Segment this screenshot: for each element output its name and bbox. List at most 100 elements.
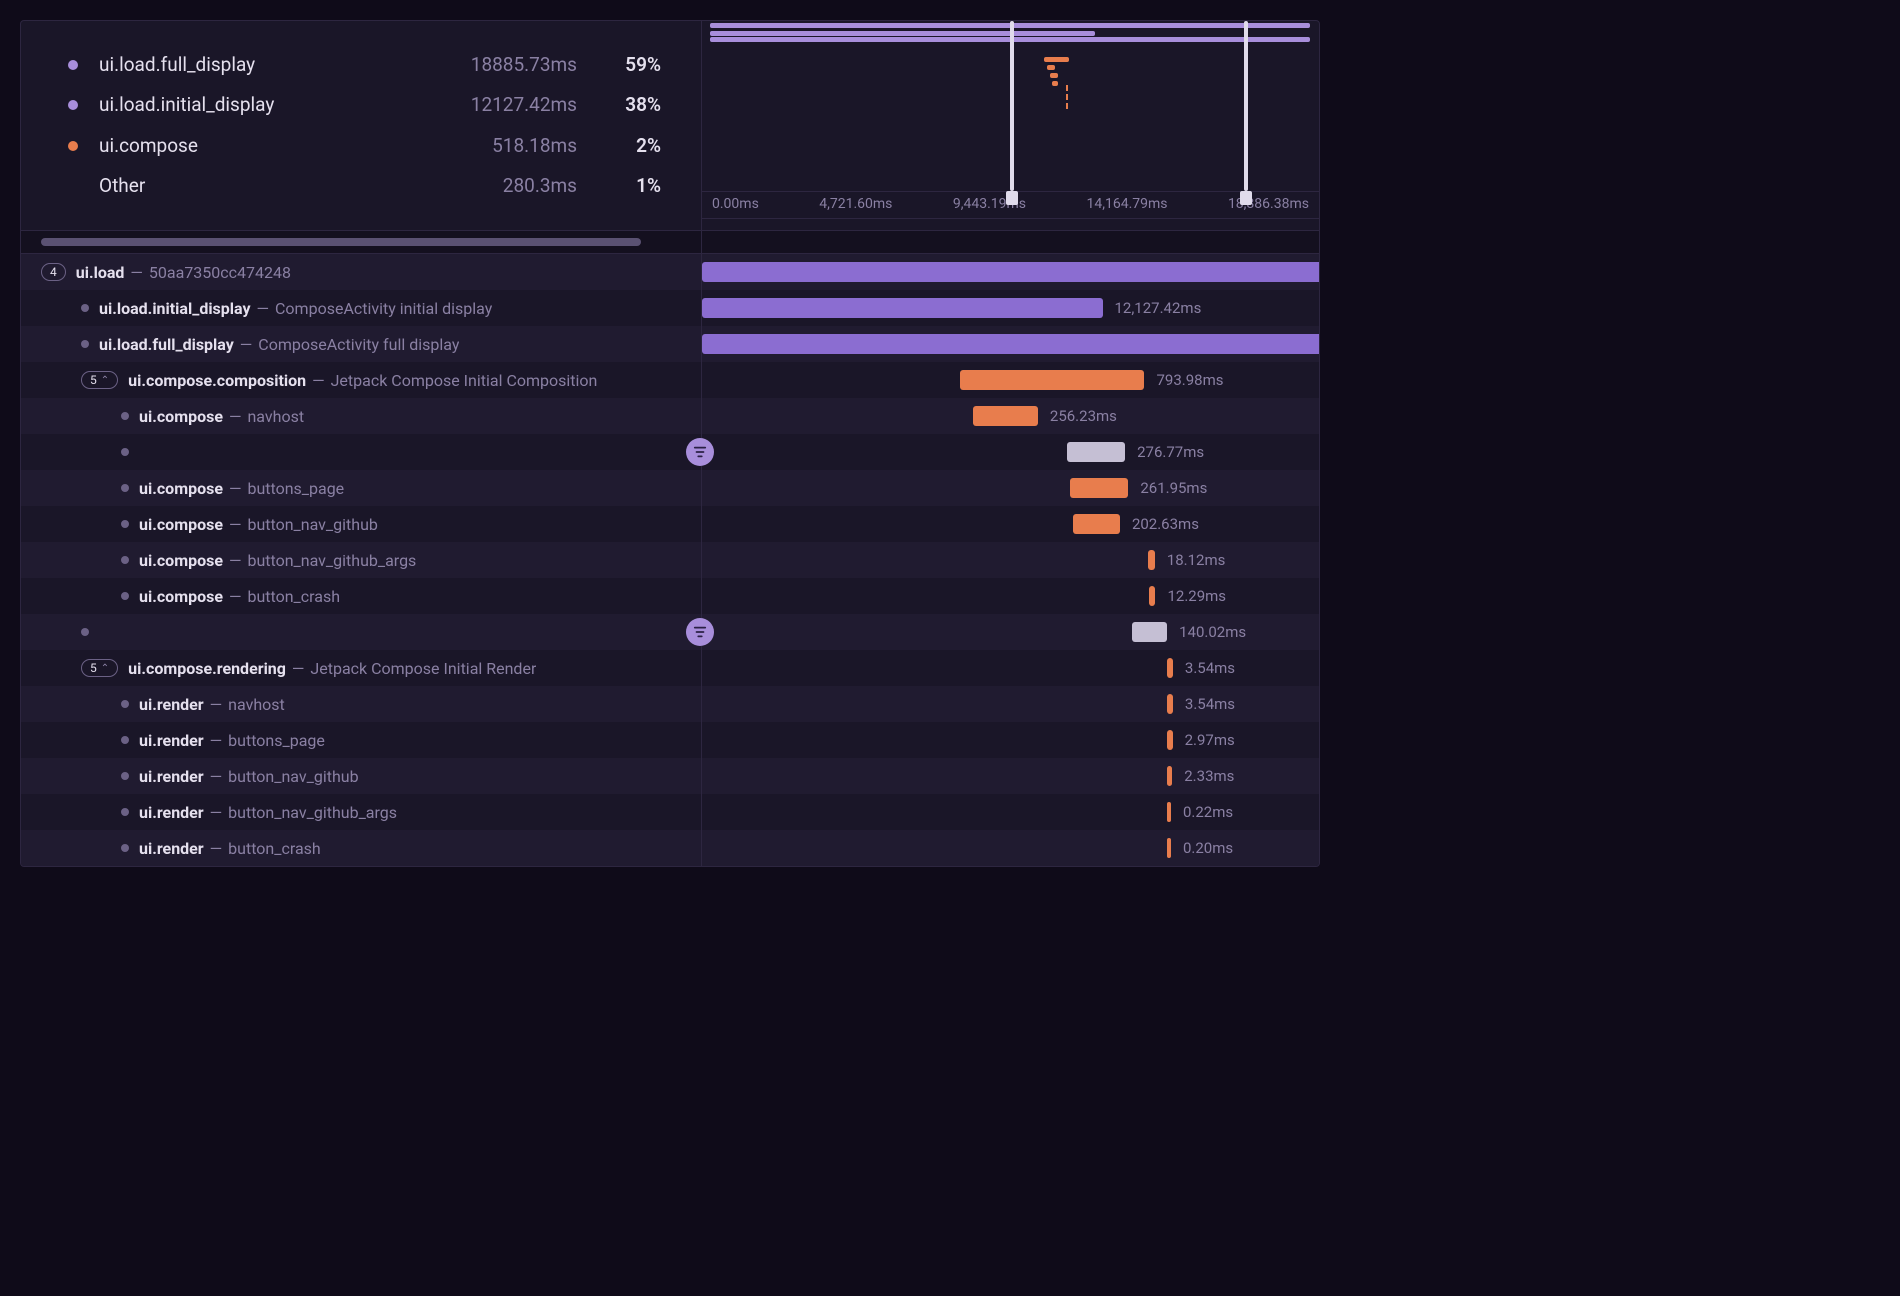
span-bar[interactable] [1073,514,1120,534]
span-bar[interactable] [973,406,1038,426]
span-bar[interactable] [960,370,1144,390]
span-row[interactable]: ui.compose—buttons_page [21,470,701,506]
span-bar[interactable] [702,298,1103,318]
span-row[interactable]: 5⌃ ui.compose.composition—Jetpack Compos… [21,362,701,398]
legend-row[interactable]: ui.compose 518.18ms 2% [61,126,661,166]
span-row[interactable]: ui.render—buttons_page [21,722,701,758]
span-bar-row[interactable]: 202.63ms [702,506,1319,542]
span-row[interactable]: ui.render—button_nav_github [21,758,701,794]
span-separator: — [210,767,223,786]
span-bar-row[interactable]: 12.29ms [702,578,1319,614]
span-row[interactable]: ui.load.initial_display—ComposeActivity … [21,290,701,326]
span-node-dot [121,556,129,564]
span-op: ui.compose [139,515,223,534]
span-duration-label: 140.02ms [1179,623,1246,641]
span-duration-label: 0.20ms [1183,839,1233,857]
span-duration-label: 3.54ms [1185,659,1235,677]
span-bar-row[interactable] [702,326,1319,362]
span-bar-row[interactable]: 2.33ms [702,758,1319,794]
mini-chart-span [1047,65,1055,70]
horizontal-scrollbar-thumb[interactable] [41,238,641,246]
span-row[interactable]: ui.load.full_display—ComposeActivity ful… [21,326,701,362]
span-duration-label: 3.54ms [1185,695,1235,713]
mini-chart[interactable]: 0.00ms4,721.60ms9,443.19ms14,164.79ms18,… [701,21,1319,230]
legend-row[interactable]: ui.load.full_display 18885.73ms 59% [61,45,661,85]
span-op: ui.render [139,731,204,750]
horizontal-scrollbar[interactable] [21,231,701,253]
span-bar[interactable] [1167,694,1173,714]
span-duration-label: 261.95ms [1140,479,1207,497]
span-row[interactable]: ui.compose—button_nav_github_args [21,542,701,578]
span-desc: Jetpack Compose Initial Composition [331,371,598,390]
span-bar[interactable] [1132,622,1168,642]
span-row[interactable]: ui.render—button_crash [21,830,701,866]
span-bar[interactable] [1167,766,1172,786]
span-bar[interactable] [1070,478,1128,498]
span-row[interactable]: 4 ui.load—50aa7350cc474248 [21,254,701,290]
legend-color-dot [68,60,78,70]
span-bar[interactable] [702,262,1320,282]
span-separator: — [292,659,305,678]
span-bar-row[interactable]: 140.02ms [702,614,1319,650]
child-count-badge[interactable]: 4 [41,263,66,281]
span-op: ui.render [139,839,204,858]
span-bar-row[interactable]: 0.22ms [702,794,1319,830]
span-bar-row[interactable]: 0.20ms [702,830,1319,866]
mini-chart-marker[interactable] [1244,21,1248,191]
span-bar-row[interactable]: 3.54ms [702,650,1319,686]
legend-percent: 1% [603,170,661,202]
span-bar-row[interactable]: 276.77ms [702,434,1319,470]
legend-name: ui.compose [99,130,478,162]
span-op: ui.compose.composition [128,371,306,390]
child-count-badge[interactable]: 5⌃ [81,659,118,677]
span-bar[interactable] [1167,730,1172,750]
span-bar-row[interactable]: 18.12ms [702,542,1319,578]
filter-icon[interactable] [686,438,714,466]
span-bar[interactable] [1148,550,1155,570]
legend-time: 280.3ms [503,170,589,202]
span-row[interactable]: 5⌃ ui.compose.rendering—Jetpack Compose … [21,650,701,686]
span-bar-row[interactable]: 3.54ms [702,686,1319,722]
span-op: ui.render [139,695,204,714]
span-bar[interactable] [1167,838,1171,858]
mini-chart-axis-tick: 14,164.79ms [1086,196,1167,212]
legend-row[interactable]: Other 280.3ms 1% [61,166,661,206]
span-bar[interactable] [1167,658,1173,678]
mini-chart-marker[interactable] [1010,21,1014,191]
span-bar-row[interactable] [702,254,1319,290]
child-count-badge[interactable]: 5⌃ [81,371,118,389]
span-op: ui.load.full_display [99,335,234,354]
span-node-dot [121,700,129,708]
mini-chart-span [1052,81,1058,86]
span-bar-row[interactable]: 2.97ms [702,722,1319,758]
span-desc: buttons_page [247,479,344,498]
span-row[interactable]: ui.render—button_nav_github_args [21,794,701,830]
span-separator: — [229,515,242,534]
filter-icon[interactable] [686,618,714,646]
legend-color-dot [68,100,78,110]
span-node-dot [121,412,129,420]
span-row[interactable] [21,434,701,470]
span-row[interactable]: ui.compose—navhost [21,398,701,434]
span-node-dot [81,628,89,636]
span-bar[interactable] [1149,586,1155,606]
span-bar[interactable] [702,334,1320,354]
span-separator: — [229,551,242,570]
span-op: ui.compose.rendering [128,659,286,678]
span-bar-row[interactable]: 793.98ms [702,362,1319,398]
span-row[interactable]: ui.compose—button_nav_github [21,506,701,542]
span-op: ui.render [139,767,204,786]
span-bar[interactable] [1167,802,1171,822]
legend-time: 518.18ms [492,130,589,162]
span-duration-label: 12,127.42ms [1115,299,1202,317]
legend-name: Other [99,170,489,202]
span-bar[interactable] [1067,442,1125,462]
span-separator: — [210,839,223,858]
span-row[interactable]: ui.compose—button_crash [21,578,701,614]
span-row[interactable]: ui.render—navhost [21,686,701,722]
span-row[interactable] [21,614,701,650]
span-bar-row[interactable]: 256.23ms [702,398,1319,434]
span-bar-row[interactable]: 261.95ms [702,470,1319,506]
legend-row[interactable]: ui.load.initial_display 12127.42ms 38% [61,85,661,125]
span-bar-row[interactable]: 12,127.42ms [702,290,1319,326]
